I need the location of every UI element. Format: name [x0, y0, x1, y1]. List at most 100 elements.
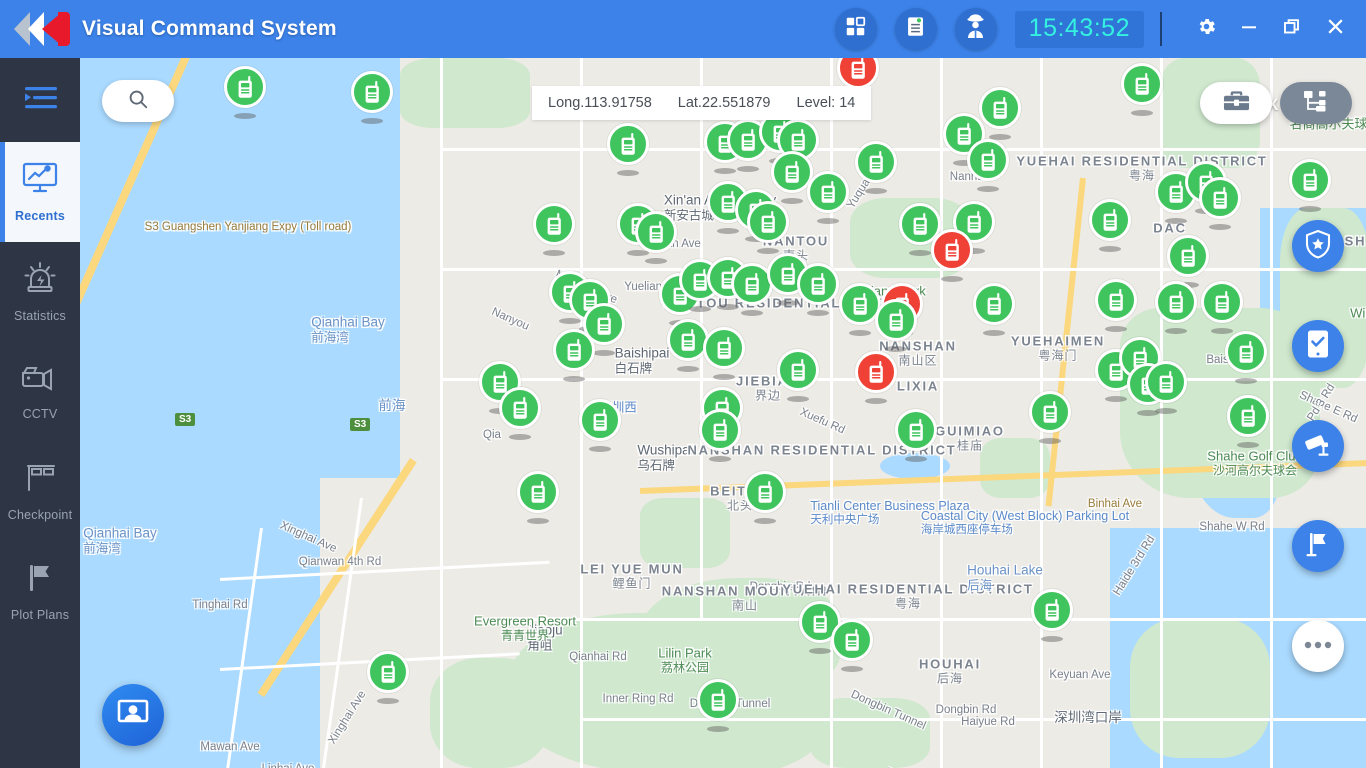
map-marker-online[interactable] — [1199, 177, 1241, 231]
map-marker-online[interactable] — [517, 471, 559, 525]
map-marker-online[interactable] — [1289, 159, 1331, 213]
fab-mobile-check[interactable] — [1292, 320, 1344, 372]
sidebar-item-label: Plot Plans — [11, 608, 69, 622]
radio-device-icon — [703, 327, 745, 369]
radio-device-icon — [747, 201, 789, 243]
radio-device-icon — [931, 229, 973, 271]
radio-device-icon — [499, 387, 541, 429]
map-marker-online[interactable] — [744, 471, 786, 525]
map-marker-online[interactable] — [831, 619, 873, 673]
map-marker-online[interactable] — [967, 139, 1009, 193]
settings-button[interactable] — [1189, 12, 1223, 46]
officer-button[interactable] — [955, 8, 997, 50]
map-marker-online[interactable] — [367, 651, 409, 705]
radio-device-icon — [1155, 281, 1197, 323]
map-marker-online[interactable] — [777, 349, 819, 403]
map-marker-alert[interactable] — [931, 229, 973, 283]
map-marker-online[interactable] — [553, 329, 595, 383]
sidebar-item-label: Checkpoint — [8, 508, 73, 522]
dashboard-button[interactable] — [835, 8, 877, 50]
radio-device-icon — [979, 87, 1021, 129]
radio-device-icon — [744, 471, 786, 513]
radio-device-icon — [579, 399, 621, 441]
radio-device-icon — [1225, 331, 1267, 373]
map-marker-online[interactable] — [499, 387, 541, 441]
map-search-button[interactable] — [102, 80, 174, 122]
radio-device-icon — [1201, 281, 1243, 323]
map-marker-online[interactable] — [1227, 395, 1269, 449]
radio-device-icon — [855, 141, 897, 183]
radio-device-icon — [1089, 199, 1131, 241]
map-marker-online[interactable] — [533, 203, 575, 257]
hamburger-menu-button[interactable] — [0, 58, 80, 142]
map-marker-online[interactable] — [875, 299, 917, 353]
fab-more[interactable] — [1292, 620, 1344, 672]
map-marker-online[interactable] — [1031, 589, 1073, 643]
radio-device-icon — [1029, 391, 1071, 433]
fab-cctv[interactable] — [1292, 420, 1344, 472]
flag-icon — [21, 562, 59, 599]
titlebar-divider — [1160, 12, 1162, 46]
map-marker-online[interactable] — [1201, 281, 1243, 335]
radio-device-icon — [351, 71, 393, 113]
map-marker-online[interactable] — [1121, 63, 1163, 117]
sidebar-item-checkpoint[interactable]: Checkpoint — [0, 442, 80, 542]
map-marker-online[interactable] — [224, 66, 266, 120]
radio-device-icon — [607, 123, 649, 165]
map-marker-online[interactable] — [1145, 361, 1187, 415]
coordinate-readout: Long.113.91758 Lat.22.551879 Level: 14 — [532, 86, 871, 120]
map-marker-online[interactable] — [1095, 279, 1137, 333]
map-marker-online[interactable] — [1225, 331, 1267, 385]
radio-device-icon — [635, 211, 677, 253]
app-title: Visual Command System — [82, 17, 337, 41]
radio-device-icon — [1095, 279, 1137, 321]
gear-icon — [1196, 16, 1217, 42]
map-marker-alert[interactable] — [855, 351, 897, 405]
restore-button[interactable] — [1275, 12, 1309, 46]
map-marker-online[interactable] — [747, 201, 789, 255]
close-icon — [1325, 16, 1346, 42]
radio-device-icon — [224, 66, 266, 108]
checkpoint-gate-icon — [20, 462, 60, 499]
map-marker-online[interactable] — [1089, 199, 1131, 253]
radio-device-icon — [967, 139, 1009, 181]
sidebar-item-plot-plans[interactable]: Plot Plans — [0, 542, 80, 642]
radio-device-icon — [1121, 63, 1163, 105]
app-logo: Visual Command System — [14, 12, 337, 46]
map-marker-online[interactable] — [703, 327, 745, 381]
map-canvas[interactable]: Qianhai Bay前海湾Qianhai Bay前海湾前海S3 Guangsh… — [80, 58, 1366, 768]
radio-device-icon — [797, 263, 839, 305]
map-marker-online[interactable] — [807, 171, 849, 225]
tree-hierarchy-button[interactable] — [1280, 82, 1352, 124]
police-officer-icon — [963, 14, 988, 44]
fab-police-badge[interactable] — [1292, 220, 1344, 272]
sidebar-item-label: CCTV — [23, 407, 58, 421]
radio-device-icon — [973, 283, 1015, 325]
map-marker-online[interactable] — [351, 71, 393, 125]
video-call-button[interactable] — [102, 684, 164, 746]
sidebar-item-recents[interactable]: Recents — [0, 142, 80, 242]
report-button[interactable] — [895, 8, 937, 50]
map-marker-online[interactable] — [797, 263, 839, 317]
minimize-button[interactable] — [1232, 12, 1266, 46]
toolbox-icon — [1223, 89, 1250, 118]
title-bar: Visual Command System — [0, 0, 1366, 58]
map-marker-online[interactable] — [855, 141, 897, 195]
toolbox-button[interactable] — [1200, 82, 1272, 124]
map-marker-online[interactable] — [1029, 391, 1071, 445]
map-marker-online[interactable] — [973, 283, 1015, 337]
sidebar-item-cctv[interactable]: CCTV — [0, 342, 80, 442]
map-marker-online[interactable] — [1155, 281, 1197, 335]
radio-device-icon — [697, 679, 739, 721]
map-marker-online[interactable] — [699, 409, 741, 463]
map-marker-online[interactable] — [579, 399, 621, 453]
map-marker-online[interactable] — [607, 123, 649, 177]
map-marker-online[interactable] — [895, 409, 937, 463]
document-list-icon — [906, 16, 925, 42]
sidebar-item-statistics[interactable]: Statistics — [0, 242, 80, 342]
map-marker-online[interactable] — [697, 679, 739, 733]
close-button[interactable] — [1318, 12, 1352, 46]
map-marker-online[interactable] — [979, 87, 1021, 141]
map-marker-online[interactable] — [635, 211, 677, 265]
fab-plot-flag[interactable] — [1292, 520, 1344, 572]
